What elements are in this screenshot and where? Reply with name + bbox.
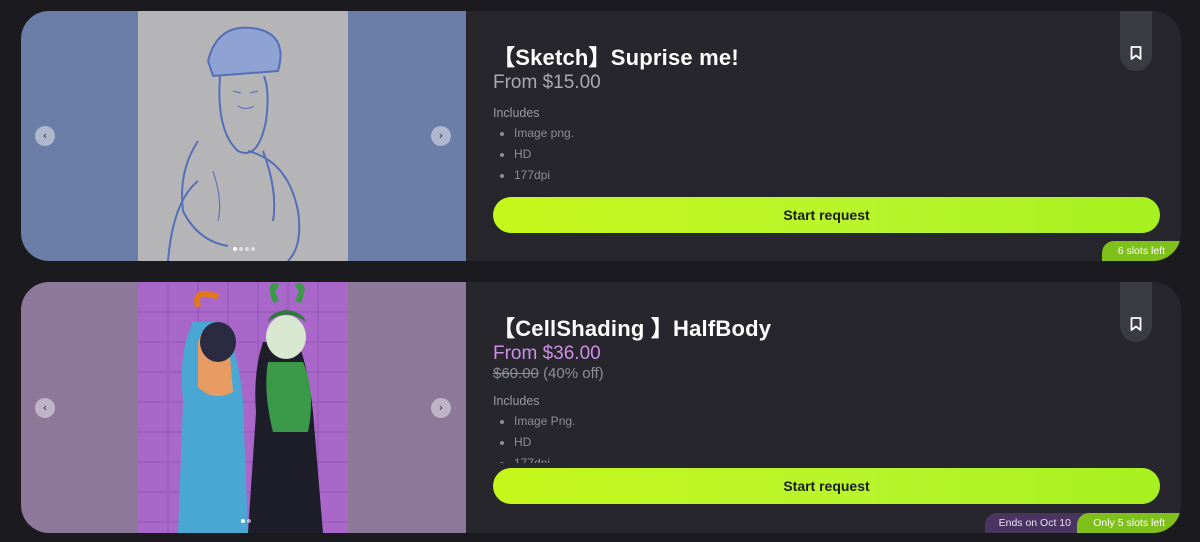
slots-badge: Only 5 slots left — [1077, 513, 1181, 533]
bookmark-icon — [1130, 317, 1142, 331]
commission-card-cellshading: ‹ › 【CellShading 】HalfBody From $36.00 $… — [21, 282, 1181, 533]
slots-badge: 6 slots left — [1101, 241, 1181, 261]
includes-list: Image Png. HD 177dpi — [500, 411, 575, 463]
include-text: HD — [514, 147, 532, 161]
chevron-right-icon[interactable]: › — [431, 397, 451, 418]
carousel-dots — [233, 247, 255, 251]
include-text: 177dpi — [514, 456, 551, 463]
carousel-dot[interactable] — [247, 519, 251, 523]
include-text: Image png. — [514, 126, 575, 140]
carousel-dot[interactable] — [245, 247, 249, 251]
image-carousel[interactable]: ‹ › — [21, 282, 466, 533]
list-item: HD — [500, 432, 575, 453]
bullet-icon — [500, 461, 504, 463]
list-item: 177dpi — [500, 165, 574, 186]
list-item: Image Png. — [500, 411, 575, 432]
bullet-icon — [500, 419, 504, 424]
bookmark-button[interactable] — [1120, 282, 1152, 342]
chevron-right-icon[interactable]: › — [431, 126, 451, 146]
commission-card-sketch: ‹ › 【Sketch】Suprise me! From $15.00 Incl… — [21, 11, 1181, 261]
includes-label: Includes — [493, 394, 540, 408]
discount-label: (40% off) — [543, 365, 604, 382]
carousel-dot[interactable] — [241, 519, 245, 523]
list-item: 177dpi — [500, 453, 575, 463]
include-text: HD — [514, 435, 532, 449]
chevron-left-icon[interactable]: ‹ — [35, 126, 55, 146]
includes-list: Image png. HD 177dpi — [500, 123, 574, 186]
bullet-icon — [500, 131, 504, 136]
original-price: $60.00 — [493, 365, 539, 382]
carousel-dot[interactable] — [233, 247, 237, 251]
image-carousel[interactable]: ‹ › — [21, 11, 466, 261]
original-price-row: $60.00 (40% off) — [493, 365, 604, 382]
chevron-left-icon[interactable]: ‹ — [35, 397, 55, 418]
start-request-button[interactable]: Start request — [493, 197, 1160, 233]
price: From $15.00 — [493, 72, 601, 93]
artwork-image — [138, 11, 348, 261]
include-text: Image Png. — [514, 414, 576, 428]
bullet-icon — [500, 173, 504, 178]
bookmark-button[interactable] — [1120, 11, 1152, 71]
list-item: HD — [500, 144, 574, 165]
carousel-dots — [241, 519, 251, 523]
bullet-icon — [500, 152, 504, 157]
card-title: 【CellShading 】HalfBody — [493, 316, 772, 341]
include-text: 177dpi — [514, 168, 551, 182]
card-title: 【Sketch】Suprise me! — [493, 45, 739, 70]
card-info: 【Sketch】Suprise me! From $15.00 Includes… — [493, 11, 1181, 261]
start-request-button[interactable]: Start request — [493, 468, 1160, 504]
carousel-dot[interactable] — [251, 247, 255, 251]
includes-label: Includes — [493, 106, 540, 120]
list-item: Image png. — [500, 123, 574, 144]
bullet-icon — [500, 440, 504, 445]
price: From $36.00 — [493, 343, 601, 364]
bookmark-icon — [1130, 46, 1142, 60]
artwork-image — [138, 282, 348, 533]
card-info: 【CellShading 】HalfBody From $36.00 $60.0… — [493, 282, 1181, 533]
carousel-dot[interactable] — [239, 247, 243, 251]
